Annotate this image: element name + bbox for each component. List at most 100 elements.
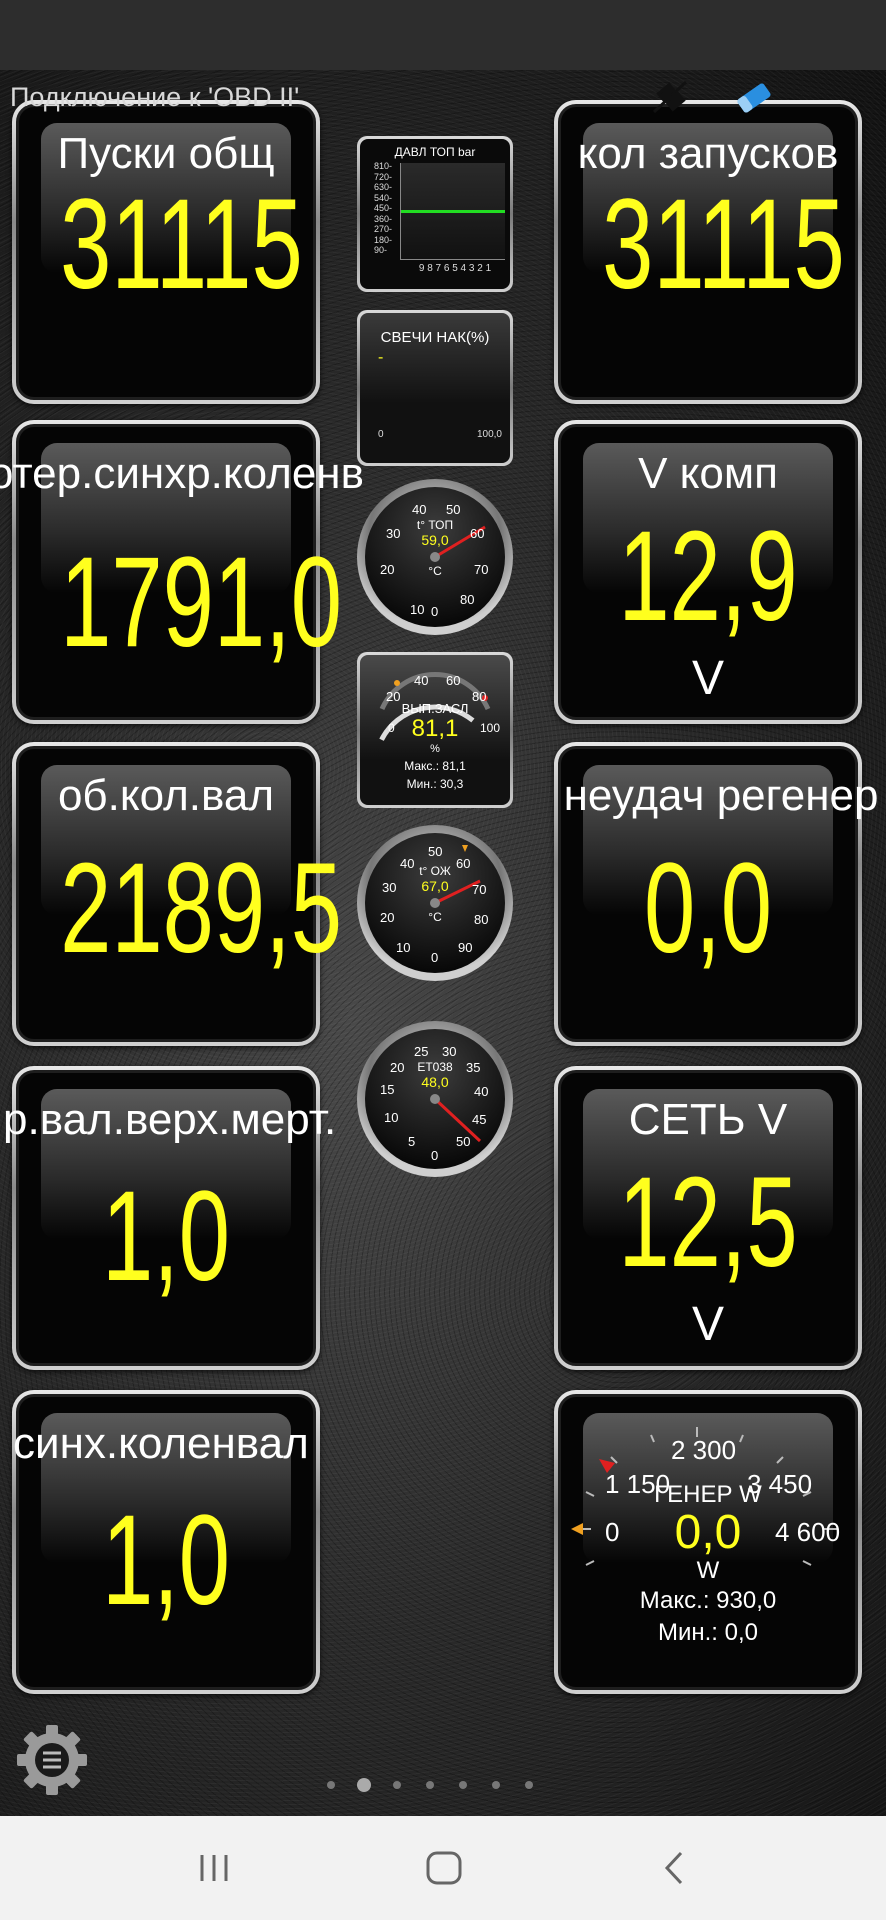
y-tick: 540- xyxy=(374,192,393,203)
tile-value: 2189,5 xyxy=(60,837,343,980)
tile-value: 12,9 xyxy=(618,505,798,648)
coolant-temp-gauge[interactable]: 10 20 30 40 50 60 70 80 90 0 t° ОЖ 67,0 … xyxy=(356,824,514,982)
throttle-face: 20 40 60 80 0 100 ВЫП.ЗАСЛ 81,1 % Макс.:… xyxy=(360,655,510,805)
tile-label: кол запусков xyxy=(577,129,839,178)
y-tick: 450- xyxy=(374,203,393,213)
tile-face: кол запусков 31115 xyxy=(558,104,858,400)
tile-crank-revolutions[interactable]: об.кол.вал 2189,5 xyxy=(12,742,343,1046)
page-dot[interactable] xyxy=(492,1781,500,1789)
tick: 5 xyxy=(408,1134,416,1149)
system-navigation-bar xyxy=(0,1816,886,1920)
tile-value: 31115 xyxy=(602,173,845,316)
fuel-temp-label: t° ТОП xyxy=(416,518,454,532)
tick: 40 xyxy=(414,673,429,688)
tile-crank-sync-loss[interactable]: отер.синхр.коленв 1791,0 xyxy=(0,420,364,724)
et038-gauge[interactable]: 5 10 15 20 25 30 35 40 45 50 0 ET038 48,… xyxy=(356,1020,514,1178)
tick: 0 xyxy=(431,950,439,965)
tile-unit: V xyxy=(691,652,724,705)
tile-face: синх.коленвал 1,0 xyxy=(13,1394,316,1690)
y-tick: 90- xyxy=(374,245,388,255)
tile-face: 2 300 1 150 3 450 0 4 600 ГЕНЕР W 0,0 W … xyxy=(558,1394,858,1690)
back-button[interactable] xyxy=(644,1846,704,1890)
fuel-pressure-plot xyxy=(400,163,505,260)
tick: 10 xyxy=(384,1110,399,1125)
fuel-pressure-x-axis: 9 8 7 6 5 4 3 2 1 xyxy=(418,263,492,274)
y-tick: 180- xyxy=(374,234,393,245)
tile-label: р.вал.верх.мерт. xyxy=(3,1095,337,1144)
tile-label: V комп xyxy=(638,449,778,498)
tile-face: об.кол.вал 2189,5 xyxy=(16,746,343,1042)
generator-max: Макс.: 930,0 xyxy=(639,1587,777,1614)
tile-unit: V xyxy=(691,1298,724,1351)
tile-value: 31115 xyxy=(60,173,303,316)
tile-value: 0,0 xyxy=(643,837,773,980)
throttle-max: Макс.: 81,1 xyxy=(404,759,466,773)
tile-value: 1,0 xyxy=(101,1489,231,1632)
y-tick: 270- xyxy=(374,224,393,234)
home-icon xyxy=(426,1851,462,1885)
eraser-icon[interactable] xyxy=(732,78,776,118)
y-tick: 630- xyxy=(374,182,393,192)
tick: 40 xyxy=(412,502,427,517)
throttle-unit: % xyxy=(430,743,440,755)
tick: 30 xyxy=(442,1044,457,1059)
tile-face: неудач регенер 0,0 xyxy=(558,746,878,1042)
back-icon xyxy=(664,1851,683,1885)
page-dot[interactable] xyxy=(393,1781,401,1789)
tick: 10 xyxy=(396,940,411,955)
tile-network-voltage[interactable]: СЕТЬ V 12,5 V xyxy=(554,1066,862,1370)
tile-start-count[interactable]: кол запусков 31115 xyxy=(554,100,862,404)
fuel-pressure-widget[interactable]: ДАВЛ ТОП bar 810- 720- 630- 540- 450- 36… xyxy=(357,136,513,292)
y-tick: 360- xyxy=(374,213,393,224)
status-bar xyxy=(0,0,886,70)
tile-face: р.вал.верх.мерт. 1,0 xyxy=(3,1070,336,1366)
tile-face: отер.синхр.коленв 1791,0 xyxy=(0,424,364,720)
coolant-temp-label: t° ОЖ xyxy=(419,864,451,878)
tile-face: СЕТЬ V 12,5 V xyxy=(558,1070,858,1366)
tile-tdc-shaft[interactable]: р.вал.верх.мерт. 1,0 xyxy=(3,1066,336,1370)
y-tick: 810- xyxy=(374,161,393,171)
throttle-value: 81,1 xyxy=(411,715,459,742)
tile-generator-power[interactable]: 2 300 1 150 3 450 0 4 600 ГЕНЕР W 0,0 W … xyxy=(554,1390,862,1694)
tile-label: СЕТЬ V xyxy=(628,1095,788,1144)
spark-plugs-min: 0 xyxy=(378,429,384,440)
home-button[interactable] xyxy=(414,1846,474,1890)
tile-value: 12,5 xyxy=(618,1151,798,1294)
page-dot[interactable] xyxy=(459,1781,467,1789)
tick: 50 xyxy=(446,502,461,517)
coolant-temp-value: 67,0 xyxy=(421,878,449,894)
page-dot[interactable] xyxy=(525,1781,533,1789)
et038-label: ET038 xyxy=(417,1060,453,1074)
tile-label: неудач регенер xyxy=(563,771,879,820)
throttle-title: ВЫП.ЗАСЛ xyxy=(401,701,469,716)
throttle-min: Мин.: 30,3 xyxy=(406,777,464,791)
throttle-widget[interactable]: 20 40 60 80 0 100 ВЫП.ЗАСЛ 81,1 % Макс.:… xyxy=(357,652,513,808)
disconnected-plug-icon[interactable] xyxy=(648,78,692,118)
tick: 60 xyxy=(446,673,461,688)
generator-tick-2300: 2 300 xyxy=(671,1435,737,1465)
fuel-pressure-line xyxy=(401,210,505,213)
tile-crank-sync[interactable]: синх.коленвал 1,0 xyxy=(12,1390,320,1694)
generator-min: Мин.: 0,0 xyxy=(657,1619,759,1646)
tick: 10 xyxy=(410,602,425,617)
tick: 80 xyxy=(460,592,475,607)
spark-plugs-face: СВЕЧИ НАК(%) - 0 100,0 xyxy=(360,313,510,463)
tile-computer-voltage[interactable]: V комп 12,9 V xyxy=(554,420,862,724)
tile-total-starts[interactable]: Пуски общ 31115 xyxy=(12,100,320,404)
page-dot[interactable] xyxy=(327,1781,335,1789)
y-tick: 720- xyxy=(374,171,393,182)
recent-apps-button[interactable] xyxy=(184,1846,244,1890)
tile-label: об.кол.вал xyxy=(57,771,275,820)
spark-plugs-max: 100,0 xyxy=(476,429,502,440)
tile-label: отер.синхр.коленв xyxy=(0,449,364,498)
page-dot[interactable] xyxy=(426,1781,434,1789)
fuel-temp-gauge[interactable]: 10 20 30 40 50 60 70 80 0 t° ТОП 59,0 °C xyxy=(356,478,514,636)
spark-plugs-widget[interactable]: СВЕЧИ НАК(%) - 0 100,0 xyxy=(357,310,513,466)
generator-unit: W xyxy=(696,1557,720,1584)
spark-plugs-title: СВЕЧИ НАК(%) xyxy=(380,329,490,346)
page-dot[interactable] xyxy=(357,1778,371,1792)
tick: 50 xyxy=(456,1134,471,1149)
tick: 0 xyxy=(431,604,439,619)
tile-label: синх.коленвал xyxy=(13,1419,309,1468)
tile-regen-failures[interactable]: неудач регенер 0,0 xyxy=(554,742,878,1046)
